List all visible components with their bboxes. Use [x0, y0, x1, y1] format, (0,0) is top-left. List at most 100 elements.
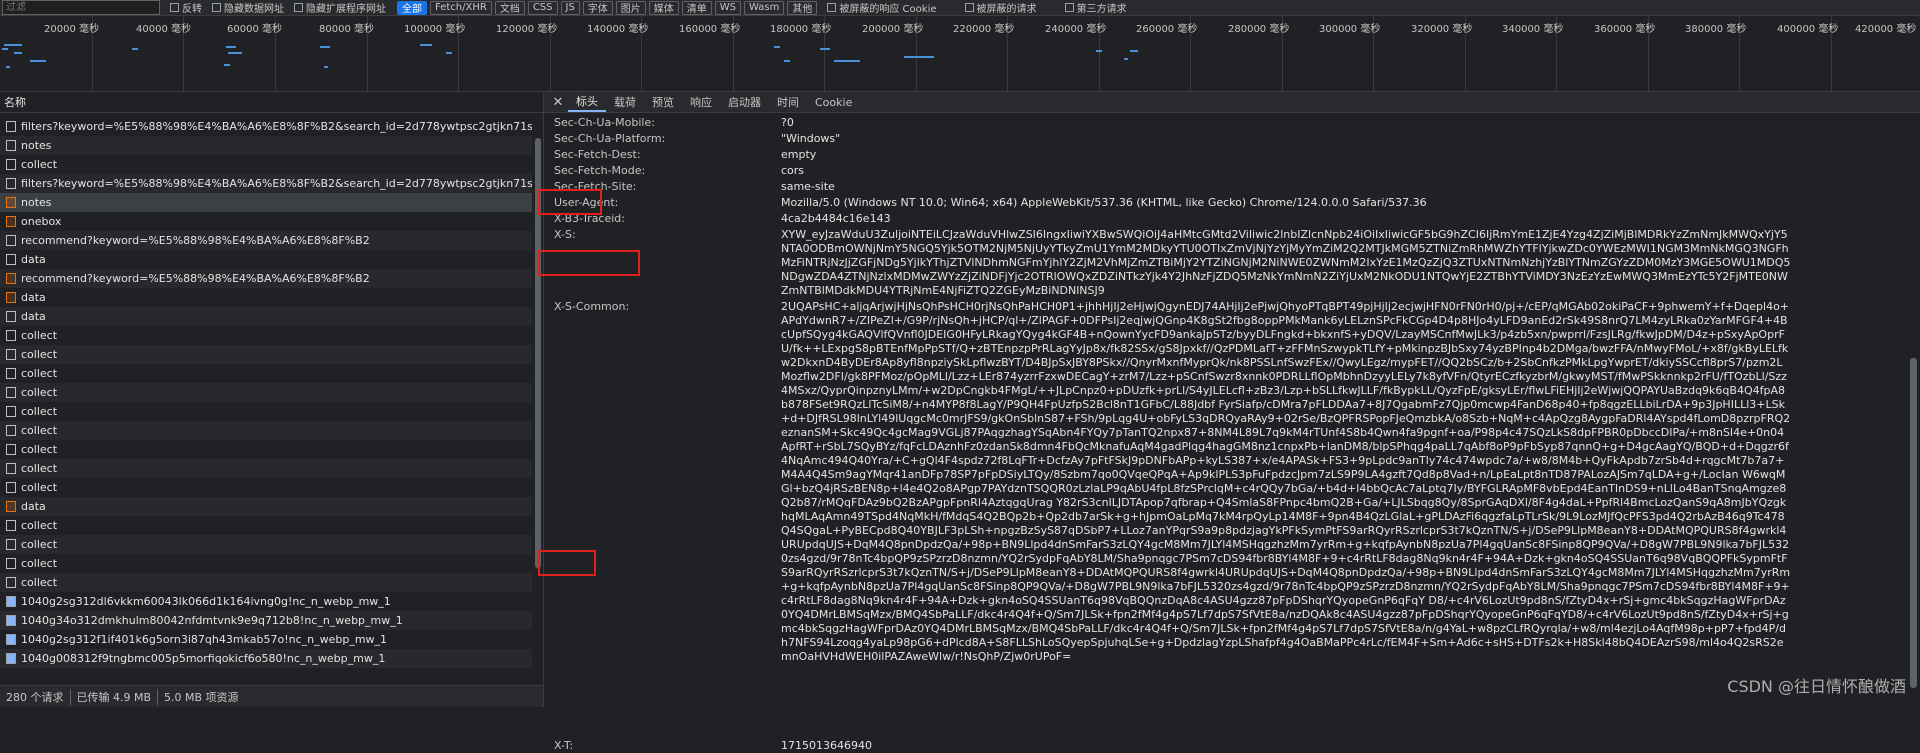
timeline-bar [904, 56, 934, 58]
filter-type-ws[interactable]: WS [714, 0, 742, 15]
filter-type-css[interactable]: CSS [527, 0, 558, 15]
request-row[interactable]: collect [0, 478, 532, 497]
request-row[interactable]: 1040g008312f9tngbmc005p5morfiqokicf6o580… [0, 649, 532, 668]
document-icon [6, 463, 16, 474]
hide-extension-urls-checkbox[interactable]: 隐藏扩展程序网址 [294, 0, 386, 15]
request-name: data [21, 291, 46, 304]
timeline-bar [774, 46, 780, 48]
timeline-tick: 320000 毫秒 [1411, 24, 1473, 35]
request-row[interactable]: collect [0, 573, 532, 592]
tab-headers[interactable]: 标头 [568, 92, 606, 112]
detail-scrollbar[interactable] [1908, 112, 1919, 707]
filter-type-js[interactable]: JS [560, 0, 580, 15]
filter-type-doc[interactable]: 文档 [494, 0, 525, 15]
header-row: X-B3-Traceid: 4ca2b4484c16e143 [554, 210, 1900, 226]
request-row[interactable]: 1040g2sg312dl6vkkm60043lk066d1k164ivng0g… [0, 592, 532, 611]
request-row[interactable]: data [0, 288, 532, 307]
request-row[interactable]: data [0, 307, 532, 326]
image-icon [6, 653, 16, 664]
tab-response[interactable]: 响应 [682, 92, 720, 112]
request-row[interactable]: collect [0, 402, 532, 421]
request-row[interactable]: collect [0, 516, 532, 535]
timeline-bar [320, 46, 330, 48]
checkbox-icon [294, 3, 303, 12]
timeline-tick: 60000 毫秒 [227, 24, 282, 35]
request-row[interactable]: data [0, 497, 532, 516]
request-row[interactable]: collect [0, 421, 532, 440]
request-count: 280 个请求 [0, 688, 71, 705]
invert-checkbox[interactable]: 反转 [170, 0, 202, 15]
request-name: 1040g008312f9tngbmc005p5morfiqokicf6o580… [21, 652, 386, 665]
request-row[interactable]: recommend?keyword=%E5%88%98%E4%BA%A6%E8%… [0, 231, 532, 250]
timeline-bar [420, 44, 432, 46]
filter-type-manifest[interactable]: 清单 [681, 0, 712, 15]
checkbox-label: 反转 [182, 4, 202, 15]
name-column-header[interactable]: 名称 [0, 92, 543, 113]
header-row: Sec-Ch-Ua-Platform: "Windows" [554, 130, 1900, 146]
filter-type-font[interactable]: 字体 [582, 0, 613, 15]
scrollbar-thumb[interactable] [1910, 358, 1917, 688]
request-row[interactable]: 1040g2sg312f1if401k6g5orn3i87qh43mkab57o… [0, 630, 532, 649]
checkbox-icon [170, 3, 179, 12]
timeline-overview[interactable]: 20000 毫秒 40000 毫秒 60000 毫秒 80000 毫秒 1000… [0, 16, 1920, 92]
request-row[interactable]: collect [0, 535, 532, 554]
tab-initiator[interactable]: 启动器 [720, 92, 769, 112]
filter-type-all[interactable]: 全部 [397, 0, 427, 15]
image-icon [6, 615, 16, 626]
timeline-tick: 100000 毫秒 [404, 24, 466, 35]
request-row[interactable]: data [0, 250, 532, 269]
request-name: collect [21, 462, 58, 475]
filter-type-other[interactable]: 其他 [787, 0, 818, 15]
request-row-selected[interactable]: notes [0, 193, 532, 212]
filter-type-img[interactable]: 图片 [615, 0, 646, 15]
tab-timing[interactable]: 时间 [769, 92, 807, 112]
header-value: cors [781, 164, 805, 177]
request-row[interactable]: collect [0, 383, 532, 402]
blocked-requests-checkbox[interactable]: 被屏蔽的请求 [964, 0, 1037, 15]
timeline-bar [834, 60, 860, 62]
request-row[interactable]: collect [0, 345, 532, 364]
timeline-bar [1096, 50, 1102, 52]
request-row[interactable]: filters?keyword=%E5%88%98%E4%BA%A6%E8%8F… [0, 174, 532, 193]
header-value: 2UQAPsHC+aljqArjwjHjNsQhPsHCH0rjNsQhPaHC… [781, 300, 1791, 663]
header-row: X-S-Common: 2UQAPsHC+aljqArjwjHjNsQhPsHCH… [554, 298, 1900, 729]
tab-cookies[interactable]: Cookie [807, 92, 860, 112]
header-row: X-S: XYW_eyJzaWduU3ZuljoiNTEiLCJzaWduVHlw… [554, 226, 1900, 298]
timeline-bar [4, 44, 22, 46]
request-row[interactable]: collect [0, 459, 532, 478]
tab-payload[interactable]: 载荷 [606, 92, 644, 112]
timeline-tick: 80000 毫秒 [319, 24, 374, 35]
request-name: data [21, 500, 46, 513]
request-row[interactable]: 1040g34o312dmkhulm80042nfdmtvnk9e9q712b8… [0, 611, 532, 630]
filter-type-fetch-xhr[interactable]: Fetch/XHR [430, 0, 492, 15]
timeline-tick: 200000 毫秒 [862, 24, 924, 35]
timeline-tick: 420000 毫秒 [1855, 24, 1917, 35]
tab-preview[interactable]: 预览 [644, 92, 682, 112]
request-name: 1040g2sg312dl6vkkm60043lk066d1k164ivng0g… [21, 595, 391, 608]
request-row[interactable]: recommend?keyword=%E5%88%98%E4%BA%A6%E8%… [0, 269, 532, 288]
document-icon [6, 425, 16, 436]
filter-type-wasm[interactable]: Wasm [744, 0, 785, 15]
hide-data-urls-checkbox[interactable]: 隐藏数据网址 [212, 0, 284, 15]
request-row[interactable]: notes [0, 136, 532, 155]
filter-type-media[interactable]: 媒体 [648, 0, 679, 15]
filter-input[interactable] [2, 0, 160, 15]
request-row[interactable]: collect [0, 440, 532, 459]
request-name: collect [21, 538, 58, 551]
request-row[interactable]: collect [0, 155, 532, 174]
close-icon[interactable]: ✕ [548, 95, 568, 110]
document-icon [6, 539, 16, 550]
header-row: User-Agent: Mozilla/5.0 (Windows NT 10.0;… [554, 194, 1900, 210]
timeline-tick: 40000 毫秒 [136, 24, 191, 35]
request-row[interactable]: onebox [0, 212, 532, 231]
request-row[interactable]: filters?keyword=%E5%88%98%E4%BA%A6%E8%8F… [0, 117, 532, 136]
third-party-requests-checkbox[interactable]: 第三方请求 [1064, 0, 1127, 15]
request-row[interactable]: collect [0, 554, 532, 573]
request-name: collect [21, 329, 58, 342]
request-row[interactable]: collect [0, 364, 532, 383]
request-row[interactable]: collect [0, 326, 532, 345]
request-name: recommend?keyword=%E5%88%98%E4%BA%A6%E8%… [21, 234, 370, 247]
blocked-response-cookies-checkbox[interactable]: 被屏蔽的响应 Cookie [827, 0, 937, 15]
timeline-bar [30, 60, 46, 62]
checkbox-icon [212, 3, 221, 12]
